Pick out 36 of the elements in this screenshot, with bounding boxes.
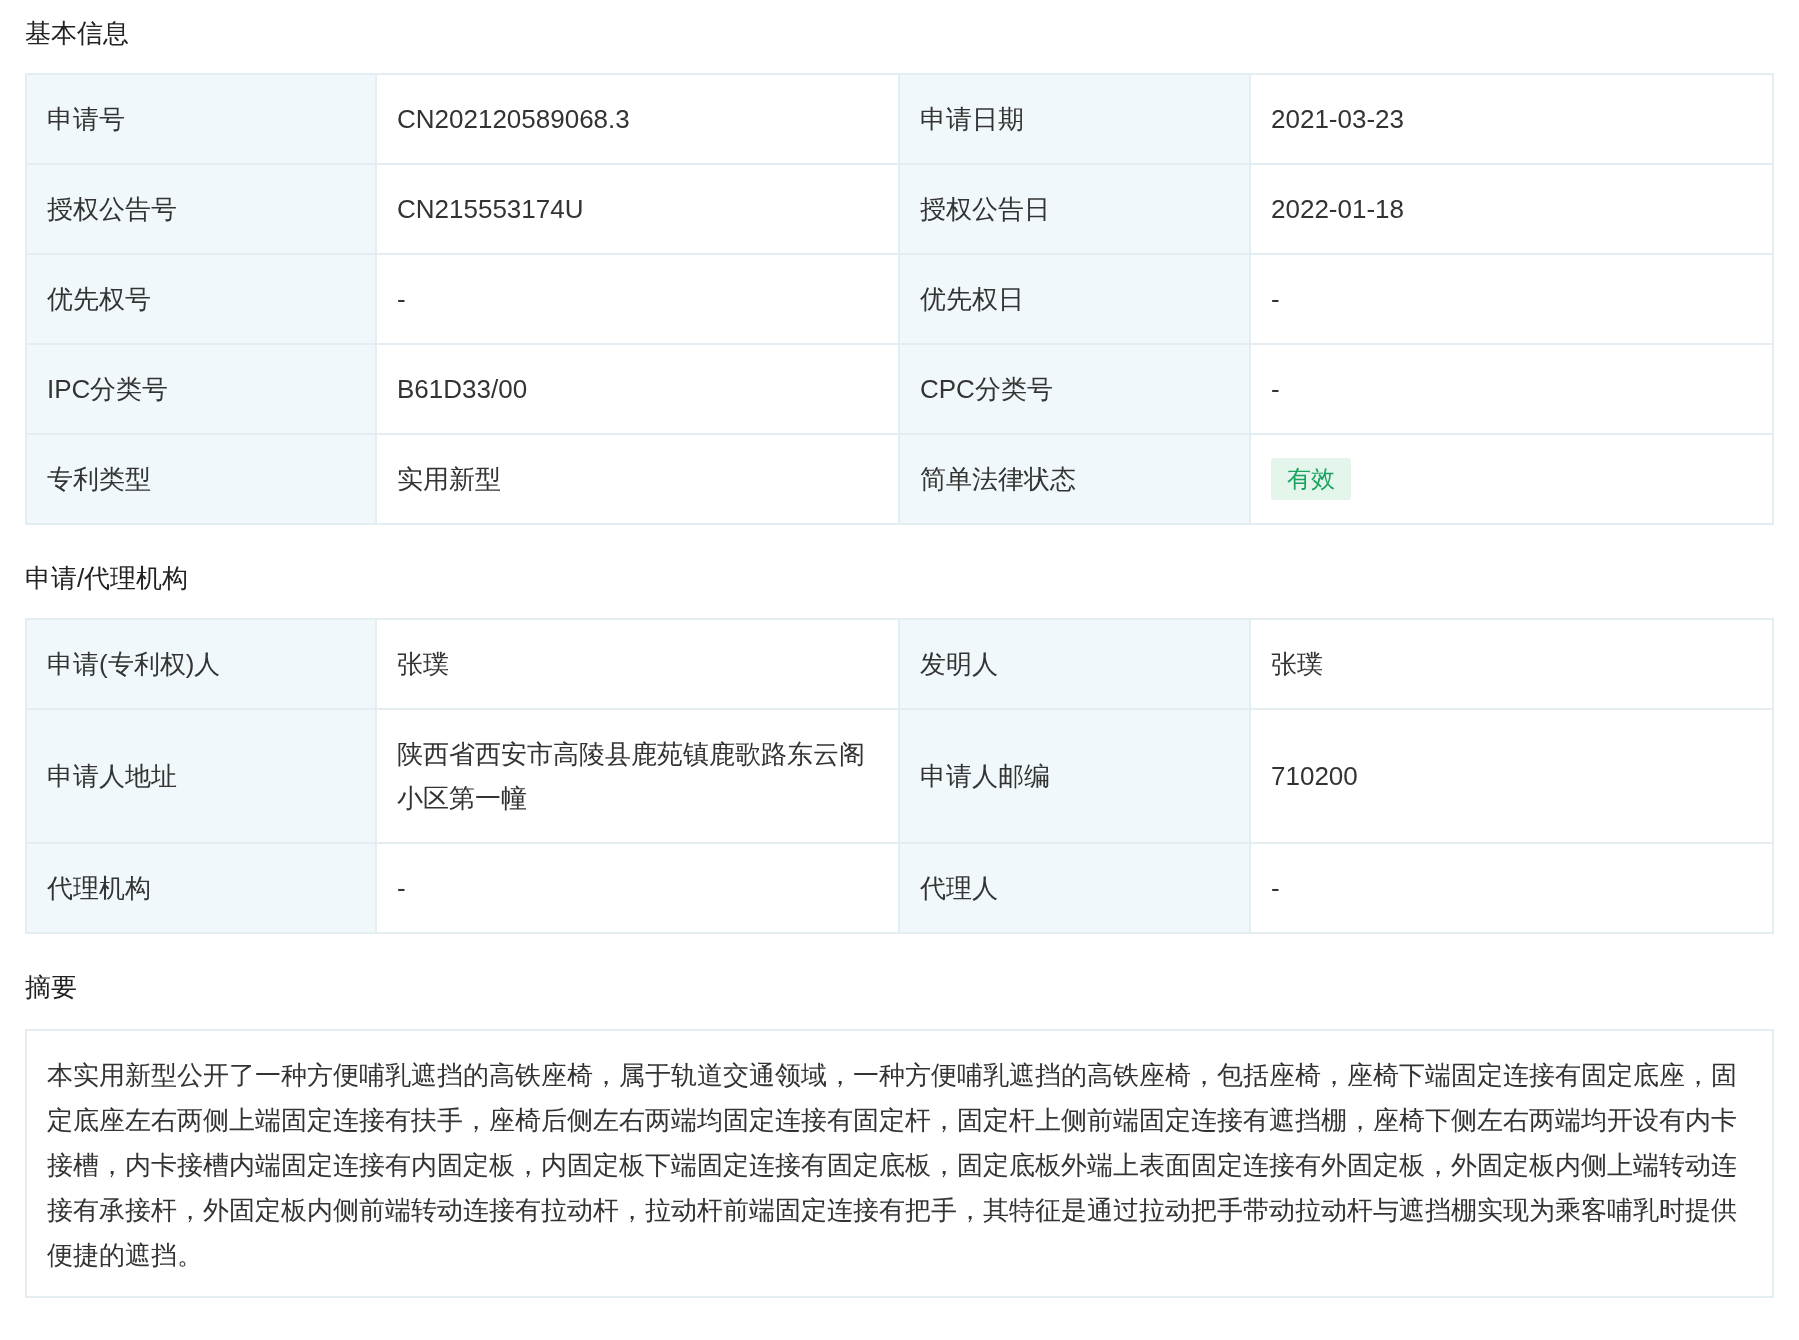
value-cell: B61D33/00 [377, 345, 900, 435]
label-cell: 发明人 [900, 620, 1251, 710]
value-cell: 张璞 [1251, 620, 1774, 710]
label-cell: 申请人邮编 [900, 710, 1251, 844]
section-title: 基本信息 [25, 17, 130, 50]
label-cell: 申请号 [27, 75, 377, 165]
label-cell: 优先权号 [27, 255, 377, 345]
status-tag: 有效 [1271, 458, 1351, 500]
value-cell: - [377, 255, 900, 345]
label-cell: 代理人 [900, 844, 1251, 934]
label-cell: 授权公告日 [900, 165, 1251, 255]
value-cell: 陕西省西安市高陵县鹿苑镇鹿歌路东云阁小区第一幢 [377, 710, 900, 844]
label-cell: 申请(专利权)人 [27, 620, 377, 710]
section-title: 申请/代理机构 [25, 562, 190, 595]
value-cell: - [1251, 255, 1774, 345]
label-cell: 专利类型 [27, 435, 377, 525]
value-cell: 2021-03-23 [1251, 75, 1774, 165]
abstract-text: 本实用新型公开了一种方便哺乳遮挡的高铁座椅，属于轨道交通领域，一种方便哺乳遮挡的高铁座椅，包括座椅，座椅下端固定连接有固定底座，固定底座左右两侧上端固定连接有扶手，座椅后侧左右两端均固定连接有固定杆，固定杆上侧前端固定连接有遮挡棚，座椅下侧左右两端均开设有内卡接槽，内卡接槽内端固定连接有内固定板，内固定板下端固定连接有固定底板，固定底板外端上表面固定连接有外固定板，外固定板内侧上端转动连接有承接杆，外固定板内侧前端转动连接有拉动杆，拉动杆前端固定连接有把手，其特征是通过拉动把手带动拉动杆与遮挡棚实现为乘客哺乳时提供便捷的遮挡。 [25, 1029, 1774, 1298]
value-cell: - [1251, 844, 1774, 934]
value-cell: - [377, 844, 900, 934]
label-cell: CPC分类号 [900, 345, 1251, 435]
label-cell: 简单法律状态 [900, 435, 1251, 525]
label-cell: 授权公告号 [27, 165, 377, 255]
label-cell: 代理机构 [27, 844, 377, 934]
value-cell: 2022-01-18 [1251, 165, 1774, 255]
label-cell: 申请日期 [900, 75, 1251, 165]
label-cell: IPC分类号 [27, 345, 377, 435]
value-cell: CN215553174U [377, 165, 900, 255]
value-cell: - [1251, 345, 1774, 435]
label-cell: 申请人地址 [27, 710, 377, 844]
value-cell: CN202120589068.3 [377, 75, 900, 165]
value-cell: 实用新型 [377, 435, 900, 525]
label-cell: 优先权日 [900, 255, 1251, 345]
section-title: 摘要 [25, 971, 78, 1004]
value-cell: 710200 [1251, 710, 1774, 844]
value-cell: 张璞 [377, 620, 900, 710]
